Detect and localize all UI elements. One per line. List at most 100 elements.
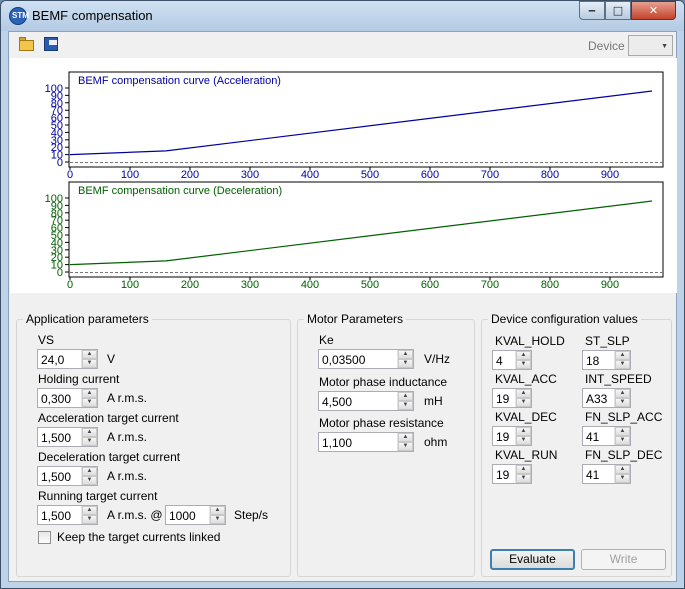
kval-acc-input[interactable]: 19 ▲ ▼ xyxy=(492,388,532,408)
spin-up-icon[interactable]: ▲ xyxy=(82,467,97,476)
spin-up-icon[interactable]: ▲ xyxy=(516,465,531,474)
kval-dec-input[interactable]: 19 ▲ ▼ xyxy=(492,426,532,446)
running-speed-value: 1000 xyxy=(169,509,196,523)
ke-unit: V/Hz xyxy=(424,352,451,366)
acceleration-current-input[interactable]: 1,500 ▲ ▼ xyxy=(37,427,98,447)
holding-current-value: 0,300 xyxy=(41,392,72,406)
device-config-title: Device configuration values xyxy=(488,312,641,326)
inductance-input[interactable]: 4,500 ▲ ▼ xyxy=(318,391,414,411)
deceleration-x-tick-label: 300 xyxy=(241,279,259,291)
spin-down-icon[interactable]: ▼ xyxy=(516,474,531,483)
spin-down-icon[interactable]: ▼ xyxy=(615,398,630,407)
spin-up-icon[interactable]: ▲ xyxy=(615,427,630,436)
spin-down-icon[interactable]: ▼ xyxy=(82,359,97,368)
resistance-input[interactable]: 1,100 ▲ ▼ xyxy=(318,432,414,452)
evaluate-button[interactable]: Evaluate xyxy=(490,549,575,570)
running-current-unit: A r.m.s. @ xyxy=(107,508,163,522)
kval-run-input[interactable]: 19 ▲ ▼ xyxy=(492,464,532,484)
deceleration-x-tick-label: 700 xyxy=(481,279,499,291)
deceleration-x-tick-label: 900 xyxy=(601,279,619,291)
int-speed-label: INT_SPEED xyxy=(585,372,652,386)
acceleration-chart-title: BEMF compensation curve (Acceleration) xyxy=(78,75,281,87)
spin-down-icon[interactable]: ▼ xyxy=(615,474,630,483)
fn-slp-dec-input[interactable]: 41 ▲ ▼ xyxy=(582,464,631,484)
ke-label: Ke xyxy=(319,333,334,347)
kval-hold-label: KVAL_HOLD xyxy=(495,334,565,348)
write-button[interactable]: Write xyxy=(581,549,666,570)
deceleration-current-input[interactable]: 1,500 ▲ ▼ xyxy=(37,466,98,486)
chevron-down-icon: ▼ xyxy=(661,43,668,50)
spin-up-icon[interactable]: ▲ xyxy=(210,506,225,515)
spin-down-icon[interactable]: ▼ xyxy=(615,360,630,369)
link-currents-checkbox[interactable] xyxy=(38,531,51,544)
spin-down-icon[interactable]: ▼ xyxy=(516,398,531,407)
spin-up-icon[interactable]: ▲ xyxy=(82,389,97,398)
vs-label: VS xyxy=(38,333,55,347)
deceleration-current-label: Deceleration target current xyxy=(38,450,181,464)
fn-slp-acc-label: FN_SLP_ACC xyxy=(585,410,663,424)
spin-down-icon[interactable]: ▼ xyxy=(82,437,97,446)
acceleration-current-label: Acceleration target current xyxy=(38,411,179,425)
save-icon[interactable] xyxy=(43,36,61,52)
bemf-window: STM BEMF compensation ‒ □ ✕ Device ▼ BEM… xyxy=(0,0,685,589)
maximize-icon[interactable]: □ xyxy=(605,1,631,20)
holding-current-unit: A r.m.s. xyxy=(107,391,148,405)
spin-down-icon[interactable]: ▼ xyxy=(82,515,97,524)
spin-down-icon[interactable]: ▼ xyxy=(82,398,97,407)
int-speed-input[interactable]: A33 ▲ ▼ xyxy=(582,388,631,408)
spin-down-icon[interactable]: ▼ xyxy=(516,360,531,369)
spin-up-icon[interactable]: ▲ xyxy=(398,350,413,359)
running-speed-input[interactable]: 1000 ▲ ▼ xyxy=(165,505,226,525)
spin-up-icon[interactable]: ▲ xyxy=(516,427,531,436)
running-current-input[interactable]: 1,500 ▲ ▼ xyxy=(37,505,98,525)
spin-down-icon[interactable]: ▼ xyxy=(398,359,413,368)
title-bar[interactable]: STM BEMF compensation ‒ □ ✕ xyxy=(1,1,684,31)
spin-up-icon[interactable]: ▲ xyxy=(516,389,531,398)
minimize-icon[interactable]: ‒ xyxy=(579,1,605,20)
motor-parameters-title: Motor Parameters xyxy=(304,312,407,326)
acceleration-x-tick-label: 700 xyxy=(481,169,499,181)
spin-up-icon[interactable]: ▲ xyxy=(516,351,531,360)
spin-down-icon[interactable]: ▼ xyxy=(398,401,413,410)
kval-run-value: 19 xyxy=(496,468,510,482)
spin-up-icon[interactable]: ▲ xyxy=(615,465,630,474)
inductance-label: Motor phase inductance xyxy=(319,375,448,389)
st-slp-label: ST_SLP xyxy=(585,334,630,348)
kval-acc-value: 19 xyxy=(496,392,510,406)
acceleration-x-tick-label: 300 xyxy=(241,169,259,181)
close-icon[interactable]: ✕ xyxy=(631,1,676,20)
st-slp-input[interactable]: 18 ▲ ▼ xyxy=(582,350,631,370)
fn-slp-acc-input[interactable]: 41 ▲ ▼ xyxy=(582,426,631,446)
ke-input[interactable]: 0,03500 ▲ ▼ xyxy=(318,349,414,369)
spin-up-icon[interactable]: ▲ xyxy=(82,350,97,359)
spin-down-icon[interactable]: ▼ xyxy=(210,515,225,524)
device-select[interactable]: ▼ xyxy=(628,35,673,56)
client-area: Device ▼ BEMF compensation curve (Accele… xyxy=(8,31,677,582)
kval-dec-label: KVAL_DEC xyxy=(495,410,557,424)
vs-input[interactable]: 24,0 ▲ ▼ xyxy=(37,349,98,369)
running-current-value: 1,500 xyxy=(41,509,72,523)
deceleration-current-unit: A r.m.s. xyxy=(107,469,148,483)
resistance-value: 1,100 xyxy=(322,436,353,450)
spin-up-icon[interactable]: ▲ xyxy=(615,351,630,360)
kval-dec-value: 19 xyxy=(496,430,510,444)
spin-down-icon[interactable]: ▼ xyxy=(516,436,531,445)
spin-down-icon[interactable]: ▼ xyxy=(398,442,413,451)
inductance-unit: mH xyxy=(424,394,443,408)
spin-up-icon[interactable]: ▲ xyxy=(398,433,413,442)
kval-hold-input[interactable]: 4 ▲ ▼ xyxy=(492,350,532,370)
spin-up-icon[interactable]: ▲ xyxy=(82,506,97,515)
spin-up-icon[interactable]: ▲ xyxy=(615,389,630,398)
resistance-unit: ohm xyxy=(424,435,448,449)
spin-up-icon[interactable]: ▲ xyxy=(398,392,413,401)
open-folder-icon[interactable] xyxy=(18,36,36,52)
resistance-label: Motor phase resistance xyxy=(319,416,444,430)
kval-hold-value: 4 xyxy=(496,354,503,368)
acceleration-x-tick-label: 400 xyxy=(301,169,319,181)
spin-down-icon[interactable]: ▼ xyxy=(82,476,97,485)
holding-current-input[interactable]: 0,300 ▲ ▼ xyxy=(37,388,98,408)
spin-up-icon[interactable]: ▲ xyxy=(82,428,97,437)
spin-down-icon[interactable]: ▼ xyxy=(615,436,630,445)
acceleration-x-tick-label: 600 xyxy=(421,169,439,181)
deceleration-x-tick-label: 400 xyxy=(301,279,319,291)
